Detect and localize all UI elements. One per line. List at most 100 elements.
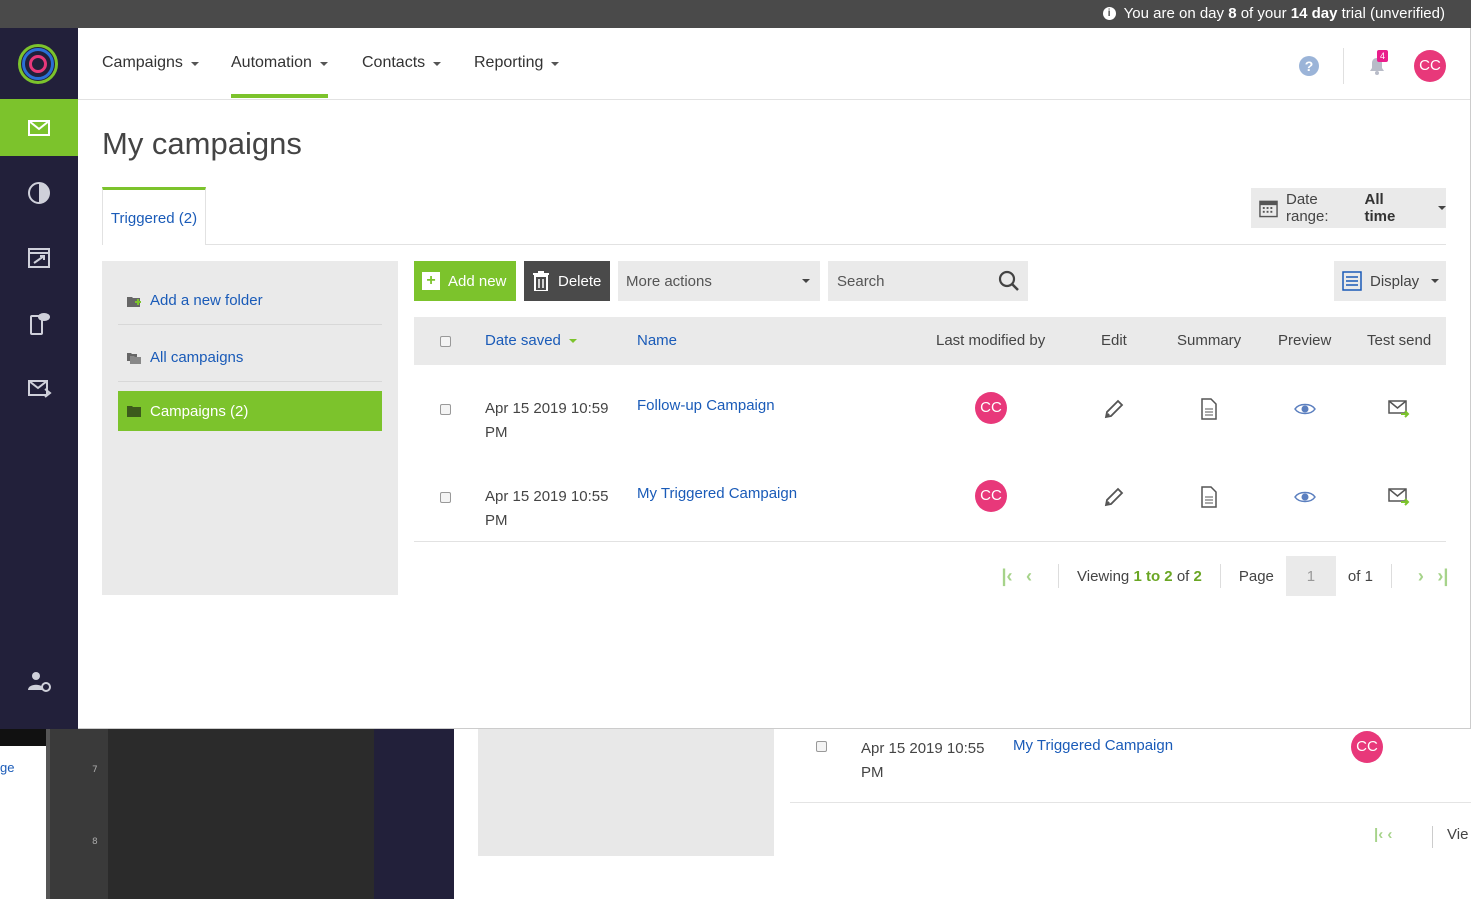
chevron-down-icon xyxy=(1438,206,1446,210)
nav-contacts-label: Contacts xyxy=(362,54,426,71)
prev-page-icon[interactable]: ‹ xyxy=(1018,566,1040,587)
pager-divider xyxy=(1058,564,1059,588)
delete-label: Delete xyxy=(558,272,602,290)
user-settings-icon xyxy=(28,671,51,692)
page-label: Page xyxy=(1238,567,1274,585)
sidebar-item-transactional[interactable] xyxy=(0,359,78,416)
test-send-button[interactable] xyxy=(1388,398,1410,420)
sidebar-item-sms[interactable] xyxy=(0,294,78,351)
background-window-left xyxy=(0,729,46,899)
nav-contacts[interactable]: Contacts xyxy=(362,54,442,98)
first-page-icon[interactable]: |‹ xyxy=(996,566,1018,587)
all-campaigns-label: All campaigns xyxy=(150,349,244,366)
list-view-icon xyxy=(1342,271,1362,291)
background-row-name: My Triggered Campaign xyxy=(1013,737,1174,754)
row-date: Apr 15 2019 10:59 PM xyxy=(485,400,609,441)
viewing-text: Viewing 1 to 2 of 2 xyxy=(1077,567,1202,585)
background-dark-panel xyxy=(108,729,374,899)
row-name-link[interactable]: My Triggered Campaign xyxy=(637,485,797,502)
date-range-value: All time xyxy=(1364,191,1396,225)
add-new-label: Add new xyxy=(448,272,507,290)
sort-date-saved[interactable]: Date saved xyxy=(485,332,577,349)
test-send-button[interactable] xyxy=(1388,486,1410,508)
folders-icon xyxy=(127,352,141,364)
row-modified-by-avatar: CC xyxy=(975,480,1007,512)
background-sidebar xyxy=(374,729,454,899)
notifications-button[interactable]: 4 xyxy=(1366,50,1389,78)
app-logo[interactable] xyxy=(18,44,58,84)
row-checkbox[interactable] xyxy=(440,492,451,503)
header-summary: Summary xyxy=(1177,332,1242,349)
pie-chart-icon xyxy=(28,181,50,204)
nav-automation-label: Automation xyxy=(231,54,312,71)
nav-automation[interactable]: Automation xyxy=(231,54,328,98)
preview-button[interactable] xyxy=(1294,486,1316,508)
add-folder-link[interactable]: Add a new folder xyxy=(118,277,382,325)
folder-campaigns[interactable]: Campaigns (2) xyxy=(118,391,382,431)
date-range-dropdown[interactable]: Date range: All time xyxy=(1251,188,1446,228)
help-icon[interactable]: ? xyxy=(1299,56,1319,76)
folder-all-campaigns[interactable]: All campaigns xyxy=(118,334,382,382)
sidebar-item-account-settings[interactable] xyxy=(0,652,78,709)
document-icon xyxy=(1201,398,1217,420)
next-page-icon[interactable]: › xyxy=(1410,566,1432,587)
sort-name[interactable]: Name xyxy=(637,332,677,349)
pencil-icon xyxy=(1104,399,1124,419)
row-checkbox[interactable] xyxy=(440,404,451,415)
edit-button[interactable] xyxy=(1103,398,1125,420)
search-icon[interactable] xyxy=(998,270,1020,292)
more-actions-label: More actions xyxy=(626,272,712,290)
summary-button[interactable] xyxy=(1198,398,1220,420)
summary-button[interactable] xyxy=(1198,486,1220,508)
app-window: i You are on day 8 of your 14 day trial … xyxy=(0,0,1471,729)
background-bar xyxy=(0,729,46,746)
background-row-checkbox xyxy=(816,741,827,752)
table-row: Apr 15 2019 10:59 PM Follow-up Campaign … xyxy=(414,377,1446,465)
background-row-date: Apr 15 2019 10:55 PM xyxy=(861,740,985,781)
page-number-input[interactable] xyxy=(1285,556,1336,596)
trial-banner: i You are on day 8 of your 14 day trial … xyxy=(0,0,1471,28)
eye-icon xyxy=(1294,403,1316,415)
sidebar-item-automation[interactable] xyxy=(0,229,78,286)
date-range-label: Date range: xyxy=(1286,191,1329,225)
table-header: Date saved Name Last modified by Edit Su… xyxy=(414,317,1446,365)
page-count: of 1 xyxy=(1347,567,1373,585)
table-row: Apr 15 2019 10:55 PM My Triggered Campai… xyxy=(414,465,1446,553)
sidebar-item-reports[interactable] xyxy=(0,164,78,221)
last-page-icon[interactable]: ›| xyxy=(1432,566,1454,587)
row-modified-by-avatar: CC xyxy=(975,392,1007,424)
background-folder-panel xyxy=(478,729,774,856)
preview-button[interactable] xyxy=(1294,398,1316,420)
row-name-link[interactable]: Follow-up Campaign xyxy=(637,397,775,414)
mobile-message-icon xyxy=(30,312,50,335)
edit-button[interactable] xyxy=(1103,486,1125,508)
search-input[interactable] xyxy=(837,272,987,290)
select-all-checkbox[interactable] xyxy=(440,336,451,347)
sidebar-item-email[interactable] xyxy=(0,99,78,156)
add-folder-label: Add a new folder xyxy=(150,292,263,309)
row-date: Apr 15 2019 10:55 PM xyxy=(485,488,609,529)
pencil-icon xyxy=(1104,487,1124,507)
plus-icon: + xyxy=(422,272,440,290)
email-send-icon xyxy=(28,379,52,398)
sidebar xyxy=(0,28,78,729)
nav-campaigns-label: Campaigns xyxy=(102,54,183,71)
add-new-button[interactable]: + Add new xyxy=(414,261,516,301)
page-title: My campaigns xyxy=(102,126,302,161)
pager-divider xyxy=(1390,564,1392,588)
background-pager-first-prev-icon: |‹ ‹ xyxy=(1374,826,1393,843)
search-box xyxy=(828,261,1028,301)
more-actions-dropdown[interactable]: More actions xyxy=(618,261,820,301)
calendar-icon xyxy=(1259,200,1278,218)
user-avatar[interactable]: CC xyxy=(1414,50,1446,82)
tab-triggered[interactable]: Triggered (2) xyxy=(102,187,206,245)
display-dropdown[interactable]: Display xyxy=(1334,261,1446,301)
email-send-icon xyxy=(1388,488,1410,506)
document-icon xyxy=(1201,486,1217,508)
nav-campaigns[interactable]: Campaigns xyxy=(102,54,199,98)
nav-reporting-label: Reporting xyxy=(474,54,544,71)
campaigns-folder-label: Campaigns (2) xyxy=(150,402,249,420)
nav-reporting[interactable]: Reporting xyxy=(474,54,560,98)
tab-divider xyxy=(102,244,1446,245)
delete-button[interactable]: Delete xyxy=(524,261,610,301)
